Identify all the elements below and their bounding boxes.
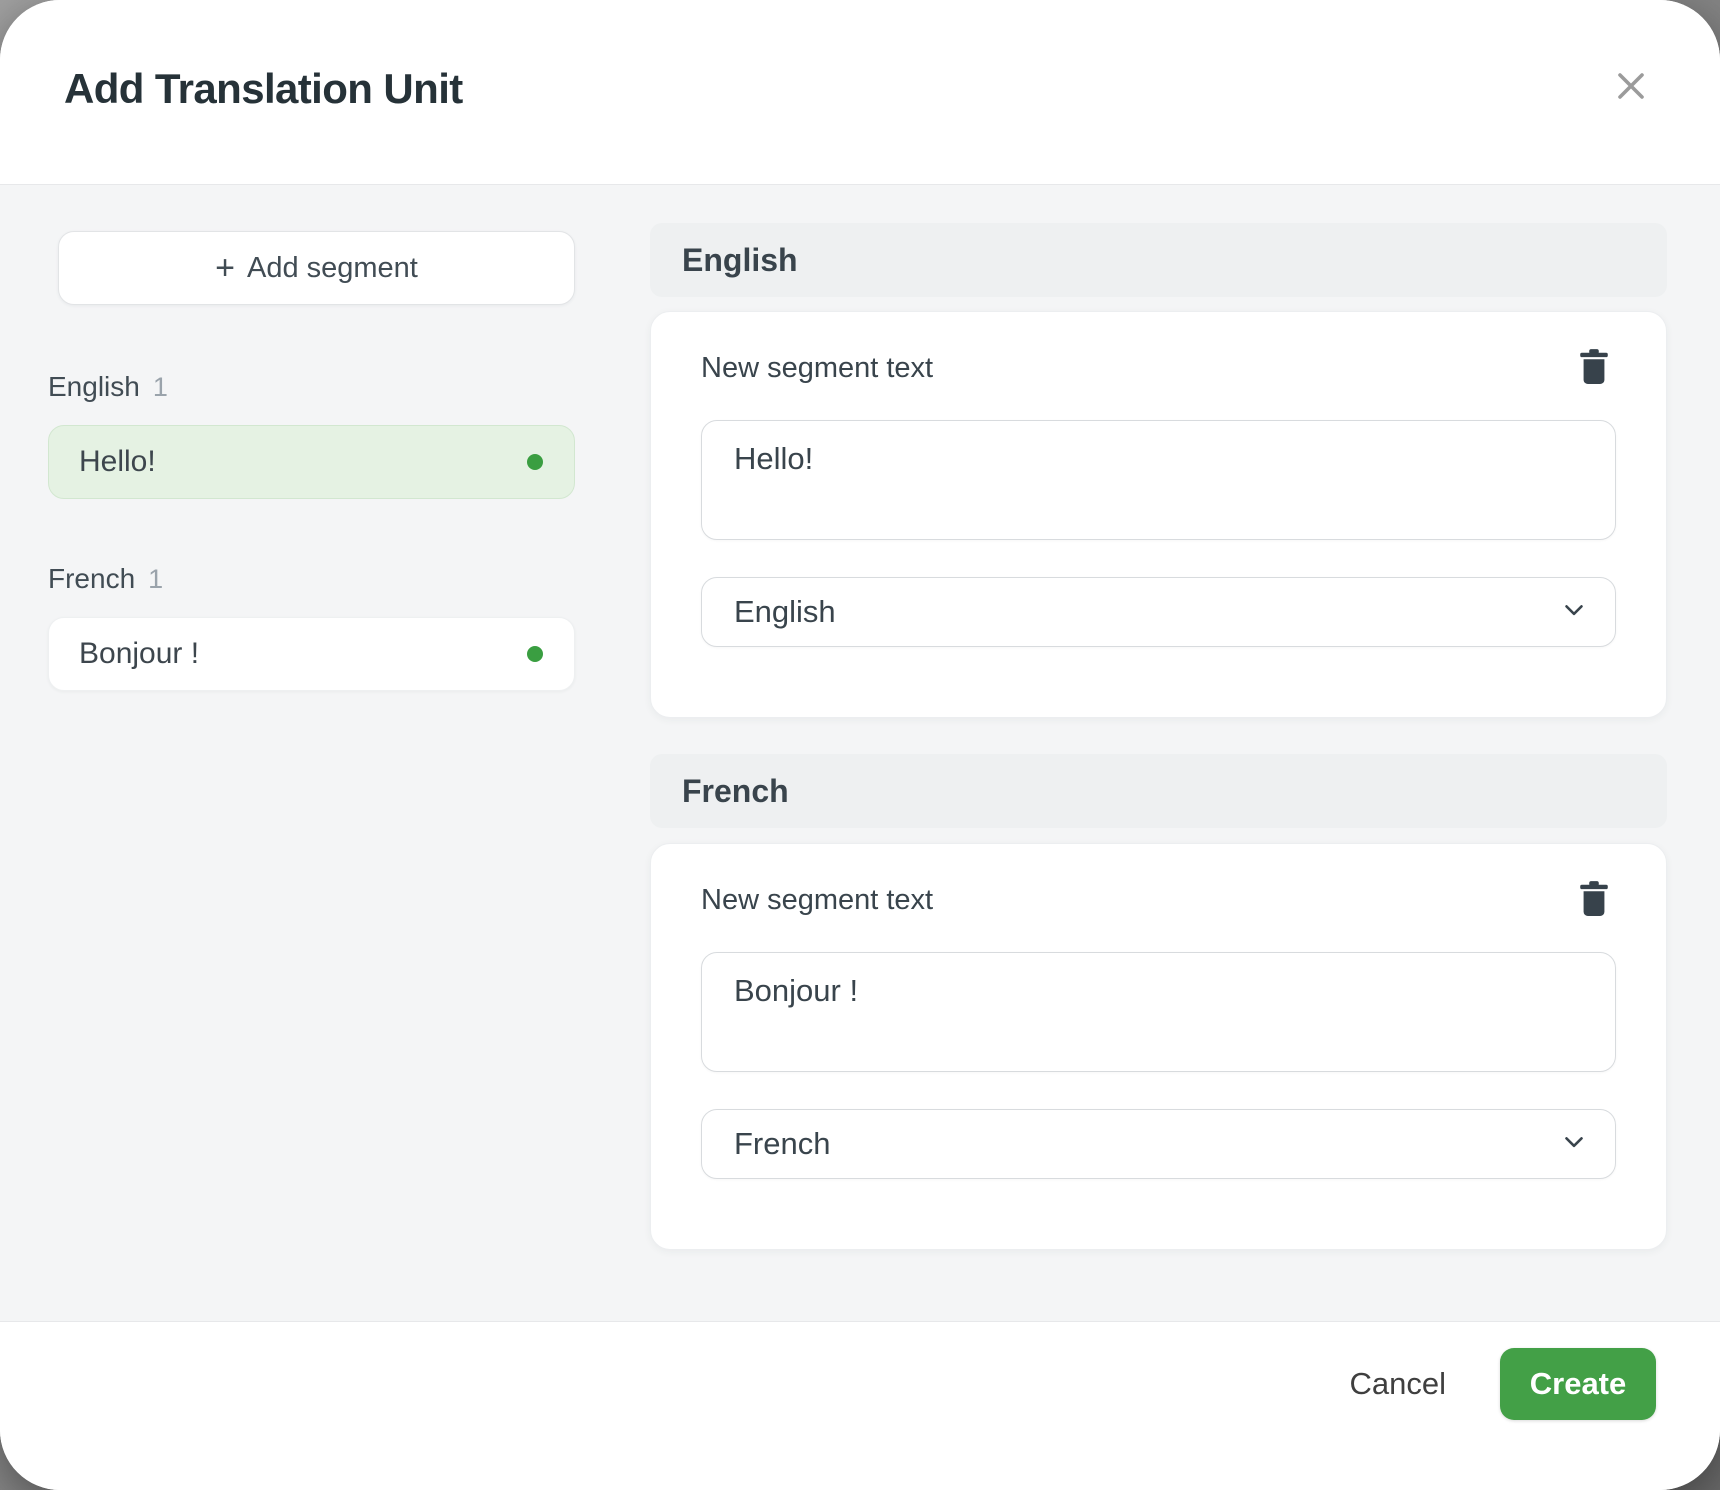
modal-body: + Add segment English 1 Hello! French 1 Bo… bbox=[0, 184, 1720, 1322]
add-segment-button[interactable]: + Add segment bbox=[58, 231, 575, 305]
group-count-badge: 1 bbox=[153, 372, 168, 402]
segment-editor-card-french: New segment text Bonjour ! French bbox=[650, 843, 1667, 1250]
trash-icon bbox=[1577, 348, 1611, 389]
modal-footer: Cancel Create bbox=[0, 1322, 1720, 1490]
add-segment-label: Add segment bbox=[247, 252, 418, 285]
modal-header: Add Translation Unit bbox=[0, 0, 1720, 184]
section-header-english: English bbox=[650, 223, 1667, 297]
group-language: English bbox=[48, 371, 140, 402]
sidebar-group-label-french: French 1 bbox=[48, 563, 163, 595]
segment-text: Hello! bbox=[79, 445, 156, 479]
section-heading: English bbox=[682, 242, 798, 279]
chevron-down-icon bbox=[1559, 1127, 1589, 1162]
group-count-badge: 1 bbox=[148, 564, 163, 594]
segment-list-item-french[interactable]: Bonjour ! bbox=[48, 617, 575, 691]
plus-icon: + bbox=[215, 253, 235, 283]
segment-text-input[interactable]: Bonjour ! bbox=[701, 952, 1616, 1072]
trash-icon bbox=[1577, 880, 1611, 921]
screen-backdrop: Add Translation Unit + Add segment Engli… bbox=[0, 0, 1720, 1490]
delete-segment-button[interactable] bbox=[1572, 346, 1616, 390]
language-select-english[interactable]: English bbox=[701, 577, 1616, 647]
section-header-french: French bbox=[650, 754, 1667, 828]
segment-text-label: New segment text bbox=[701, 352, 933, 385]
segment-text: Bonjour ! bbox=[79, 637, 199, 671]
modal-title: Add Translation Unit bbox=[64, 66, 463, 112]
add-translation-unit-modal: Add Translation Unit + Add segment Engli… bbox=[0, 0, 1720, 1490]
section-heading: French bbox=[682, 773, 789, 810]
chevron-down-icon bbox=[1559, 595, 1589, 630]
segment-text-label: New segment text bbox=[701, 884, 933, 917]
language-select-value: English bbox=[734, 594, 836, 630]
close-icon bbox=[1615, 70, 1647, 105]
delete-segment-button[interactable] bbox=[1572, 878, 1616, 922]
segment-editor-card-english: New segment text Hello! English bbox=[650, 311, 1667, 718]
card-header-row: New segment text bbox=[701, 346, 1616, 390]
segment-list-item-english[interactable]: Hello! bbox=[48, 425, 575, 499]
sidebar-group-label-english: English 1 bbox=[48, 371, 168, 403]
segment-status-dot bbox=[527, 454, 543, 470]
group-language: French bbox=[48, 563, 135, 594]
segment-status-dot bbox=[527, 646, 543, 662]
language-select-french[interactable]: French bbox=[701, 1109, 1616, 1179]
cancel-button[interactable]: Cancel bbox=[1350, 1348, 1447, 1420]
card-header-row: New segment text bbox=[701, 878, 1616, 922]
segment-text-input[interactable]: Hello! bbox=[701, 420, 1616, 540]
create-button[interactable]: Create bbox=[1500, 1348, 1656, 1420]
language-select-value: French bbox=[734, 1126, 830, 1162]
close-button[interactable] bbox=[1601, 57, 1661, 117]
